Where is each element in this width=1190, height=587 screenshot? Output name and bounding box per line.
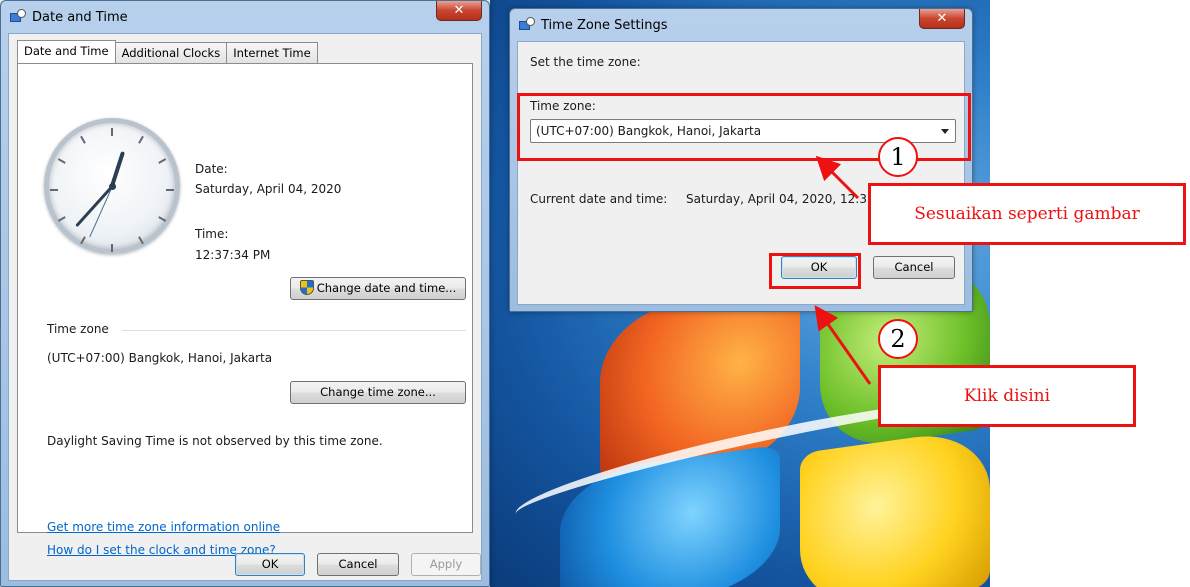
date-time-client: Date and Time Additional Clocks Internet… (8, 33, 482, 581)
close-icon: ✕ (936, 11, 948, 26)
apply-button[interactable]: Apply (411, 553, 481, 576)
tz-cancel-button[interactable]: Cancel (873, 256, 955, 279)
time-zone-group-label: Time zone (47, 322, 109, 336)
instruction-text: Set the time zone: (530, 55, 641, 69)
window-title: Time Zone Settings (541, 17, 668, 33)
ok-button[interactable]: OK (235, 553, 305, 576)
date-value: Saturday, April 04, 2020 (195, 182, 342, 196)
group-divider (122, 330, 466, 331)
step-number-2: 2 (878, 319, 918, 359)
time-value: 12:37:34 PM (195, 248, 271, 262)
date-time-icon (10, 9, 26, 25)
date-time-tab-panel: Date: Saturday, April 04, 2020 Time: 12:… (17, 63, 473, 557)
dst-note: Daylight Saving Time is not observed by … (47, 434, 383, 448)
callout-step2: Klik disini (878, 365, 1136, 427)
callout-step1: Sesuaikan seperti gambar (868, 183, 1186, 245)
tab-strip: Date and Time Additional Clocks Internet… (17, 40, 318, 63)
time-zone-titlebar[interactable]: Time Zone Settings ✕ (517, 9, 965, 41)
time-label: Time: (195, 227, 229, 241)
clock-second-hand (88, 185, 113, 238)
close-icon: ✕ (453, 3, 465, 18)
date-time-icon (519, 17, 535, 33)
close-button[interactable]: ✕ (436, 1, 482, 21)
close-button[interactable]: ✕ (919, 9, 965, 29)
tab-internet-time[interactable]: Internet Time (226, 42, 318, 63)
date-label: Date: (195, 162, 228, 176)
change-time-zone-button[interactable]: Change time zone... (290, 381, 466, 404)
tab-additional-clocks[interactable]: Additional Clocks (114, 42, 228, 63)
clock-minute-hand (74, 184, 114, 228)
tab-date-and-time[interactable]: Date and Time (17, 40, 116, 63)
change-date-time-button[interactable]: Change date and time... (290, 277, 466, 300)
current-date-time-label: Current date and time: (530, 192, 668, 206)
uac-shield-icon (299, 280, 314, 295)
window-title: Date and Time (32, 9, 128, 25)
change-date-time-label: Change date and time... (316, 281, 457, 295)
cancel-button[interactable]: Cancel (317, 553, 399, 576)
analog-clock (44, 118, 180, 254)
time-zone-value: (UTC+07:00) Bangkok, Hanoi, Jakarta (47, 351, 273, 365)
date-time-dialog: Date and Time ✕ Date and Time Additional… (0, 0, 490, 587)
clock-hour-hand (110, 151, 126, 187)
highlight-ok-button (769, 253, 861, 289)
step-number-1: 1 (878, 137, 918, 177)
date-time-titlebar[interactable]: Date and Time ✕ (8, 1, 482, 33)
link-more-time-zone-info[interactable]: Get more time zone information online (47, 520, 280, 534)
